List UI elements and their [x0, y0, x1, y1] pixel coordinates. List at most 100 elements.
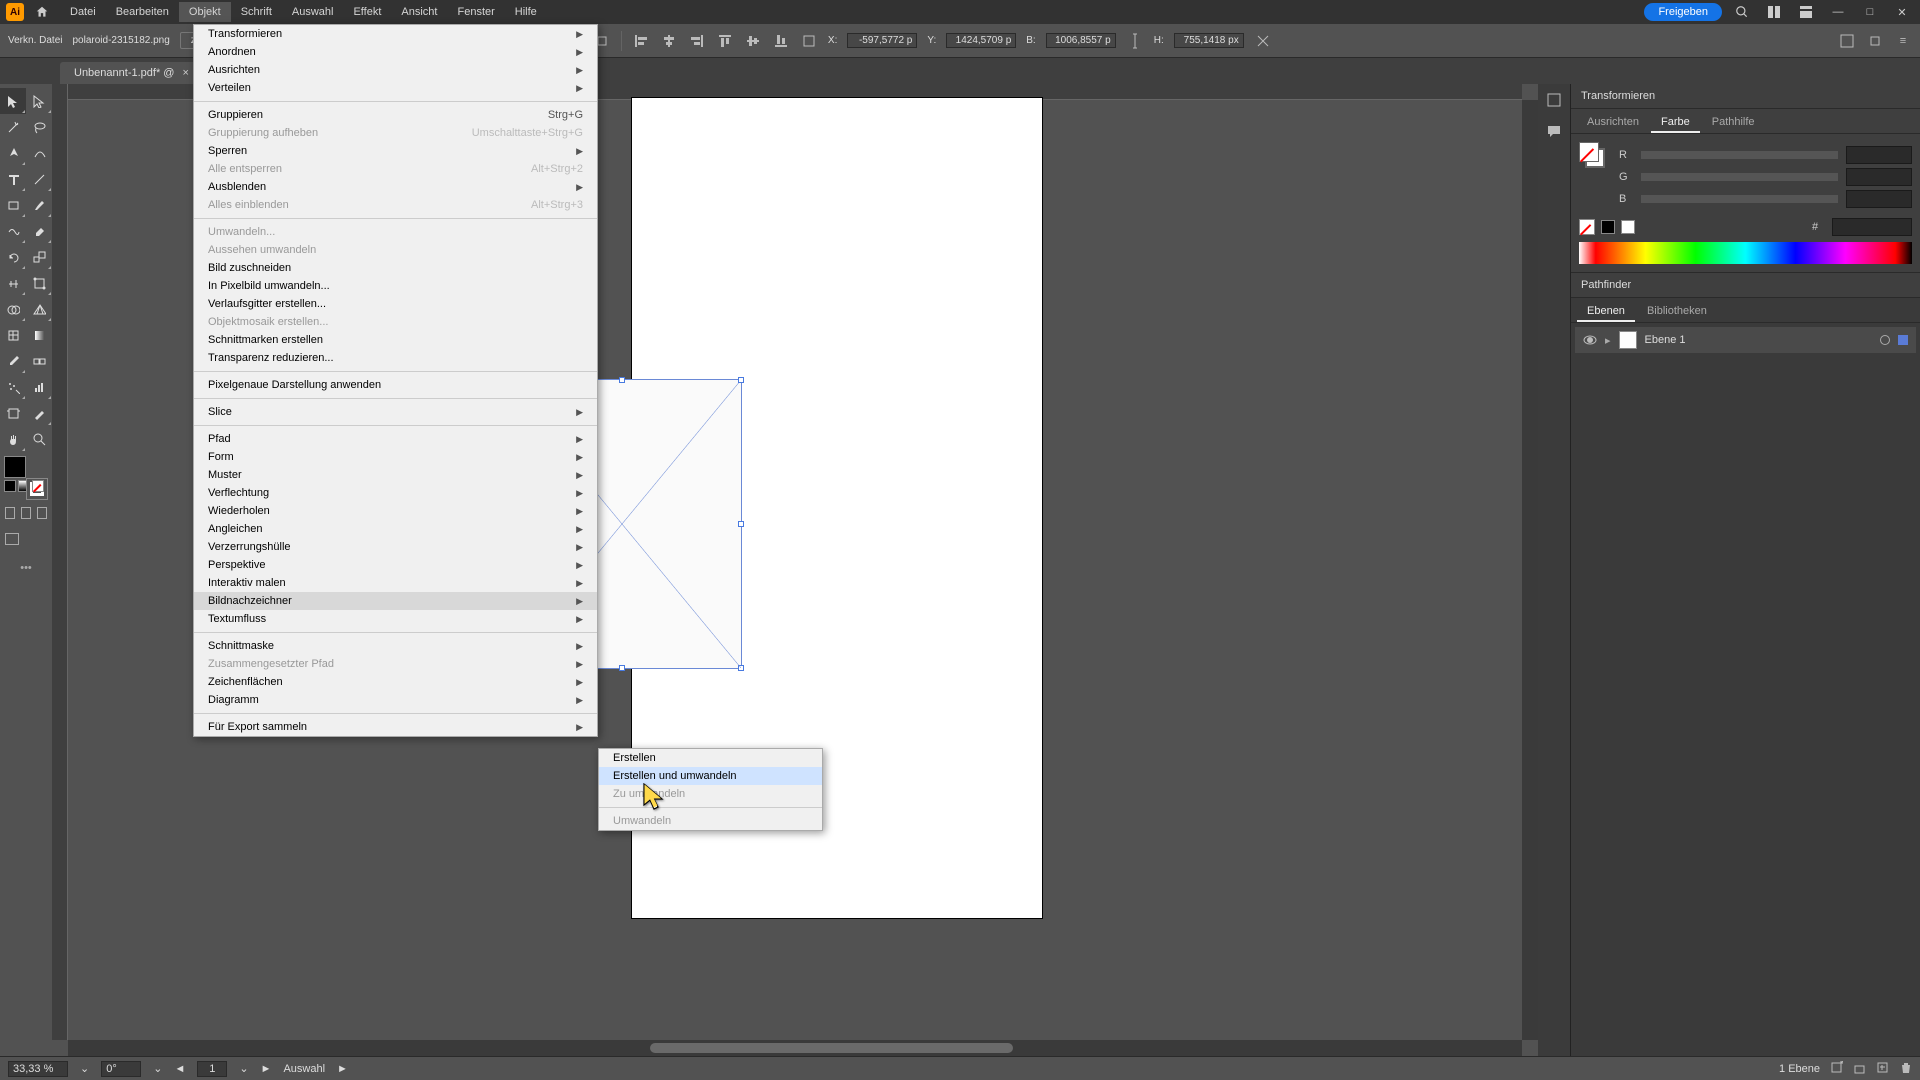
menu-item-zeichenfl-chen[interactable]: Zeichenflächen▶ — [194, 673, 597, 691]
pathfinder-panel-title[interactable]: Pathfinder — [1571, 273, 1920, 298]
screen-mode[interactable] — [5, 533, 19, 545]
perspective-grid-tool[interactable] — [26, 296, 52, 322]
edit-toolbar-icon[interactable]: ••• — [0, 556, 52, 582]
artboard-nav-next[interactable]: ► — [261, 1063, 272, 1075]
menu-fenster[interactable]: Fenster — [447, 2, 504, 22]
share-button[interactable]: Freigeben — [1644, 3, 1722, 21]
blend-tool[interactable] — [26, 348, 52, 374]
menu-item-perspektive[interactable]: Perspektive▶ — [194, 556, 597, 574]
align-hcenter-icon[interactable] — [660, 32, 678, 50]
menu-item-ausblenden[interactable]: Ausblenden▶ — [194, 178, 597, 196]
new-layer-icon[interactable] — [1876, 1061, 1889, 1077]
link-wh-icon[interactable] — [1126, 32, 1144, 50]
menu-item-verteilen[interactable]: Verteilen▶ — [194, 79, 597, 97]
handle-mr[interactable] — [738, 521, 744, 527]
handle-br[interactable] — [738, 665, 744, 671]
menu-bearbeiten[interactable]: Bearbeiten — [106, 2, 179, 22]
menu-item-f-r-export-sammeln[interactable]: Für Export sammeln▶ — [194, 718, 597, 736]
maximize-icon[interactable]: □ — [1858, 0, 1882, 24]
home-icon[interactable] — [34, 4, 50, 20]
symbol-sprayer-tool[interactable] — [0, 374, 26, 400]
slice-tool[interactable] — [26, 400, 52, 426]
rotation-dropdown-icon[interactable]: ⌄ — [153, 1062, 162, 1075]
align-left-icon[interactable] — [632, 32, 650, 50]
menu-item-slice[interactable]: Slice▶ — [194, 403, 597, 421]
libraries-tab[interactable]: Bibliotheken — [1637, 302, 1717, 322]
panel-toggle-icon[interactable] — [1838, 32, 1856, 50]
graph-tool[interactable] — [26, 374, 52, 400]
gradient-tool[interactable] — [26, 322, 52, 348]
layer-name[interactable]: Ebene 1 — [1645, 334, 1872, 346]
comments-icon[interactable] — [1544, 122, 1564, 142]
direct-selection-tool[interactable] — [26, 88, 52, 114]
status-nav-next[interactable]: ► — [337, 1063, 348, 1075]
align-bottom-icon[interactable] — [772, 32, 790, 50]
w-input[interactable]: 1006,8557 p — [1046, 33, 1116, 48]
menu-item-ausrichten[interactable]: Ausrichten▶ — [194, 61, 597, 79]
menu-item-verzerrungsh-lle[interactable]: Verzerrungshülle▶ — [194, 538, 597, 556]
menu-item-textumfluss[interactable]: Textumfluss▶ — [194, 610, 597, 628]
menu-item-transparenz-reduzieren-[interactable]: Transparenz reduzieren... — [194, 349, 597, 367]
color-tab[interactable]: Farbe — [1651, 113, 1700, 133]
type-tool[interactable] — [0, 166, 26, 192]
menu-item-bild-zuschneiden[interactable]: Bild zuschneiden — [194, 259, 597, 277]
menu-item-form[interactable]: Form▶ — [194, 448, 597, 466]
shape-builder-tool[interactable] — [0, 296, 26, 322]
menu-item-in-pixelbild-umwandeln-[interactable]: In Pixelbild umwandeln... — [194, 277, 597, 295]
width-tool[interactable] — [0, 270, 26, 296]
drawing-mode-normal[interactable] — [5, 507, 15, 519]
eyedropper-tool[interactable] — [0, 348, 26, 374]
menu-datei[interactable]: Datei — [60, 2, 106, 22]
submenu-item-erstellen[interactable]: Erstellen — [599, 749, 822, 767]
workspace-icon[interactable] — [1794, 0, 1818, 24]
menu-item-schnittmaske[interactable]: Schnittmaske▶ — [194, 637, 597, 655]
document-tab[interactable]: Unbenannt-1.pdf* @ × — [60, 62, 203, 84]
align-right-icon[interactable] — [688, 32, 706, 50]
menu-item-diagramm[interactable]: Diagramm▶ — [194, 691, 597, 709]
color-mode-none[interactable] — [32, 480, 44, 492]
fill-stroke-control[interactable] — [4, 456, 48, 500]
expand-icon[interactable]: ▸ — [1605, 334, 1611, 347]
transform-panel-title[interactable]: Transformieren — [1571, 84, 1920, 109]
eraser-tool[interactable] — [26, 218, 52, 244]
shear-icon[interactable] — [1254, 32, 1272, 50]
artboard-nav-prev[interactable]: ◄ — [174, 1063, 185, 1075]
properties-panel-icon[interactable] — [1544, 90, 1564, 110]
white-swatch[interactable] — [1621, 220, 1635, 234]
menu-item-angleichen[interactable]: Angleichen▶ — [194, 520, 597, 538]
h-input[interactable]: 755,1418 px — [1174, 33, 1244, 48]
scrollbar-thumb[interactable] — [650, 1043, 1014, 1053]
y-input[interactable]: 1424,5709 p — [946, 33, 1016, 48]
menu-item-sperren[interactable]: Sperren▶ — [194, 142, 597, 160]
x-input[interactable]: -597,5772 p — [847, 33, 917, 48]
hand-tool[interactable] — [0, 426, 26, 452]
transform-icon[interactable] — [800, 32, 818, 50]
shaper-tool[interactable] — [0, 218, 26, 244]
line-tool[interactable] — [26, 166, 52, 192]
new-sublayer-icon[interactable] — [1853, 1061, 1866, 1077]
menu-item-pfad[interactable]: Pfad▶ — [194, 430, 597, 448]
artboard-number[interactable]: 1 — [197, 1061, 227, 1077]
submenu-item-erstellen-und-umwandeln[interactable]: Erstellen und umwandeln — [599, 767, 822, 785]
artboard-dropdown-icon[interactable]: ⌄ — [239, 1062, 248, 1075]
g-input[interactable] — [1846, 168, 1912, 186]
fill-swatch[interactable] — [4, 456, 26, 478]
scale-tool[interactable] — [26, 244, 52, 270]
handle-tc[interactable] — [619, 377, 625, 383]
color-swatch-control[interactable] — [1579, 142, 1609, 172]
curvature-tool[interactable] — [26, 140, 52, 166]
vertical-ruler[interactable] — [52, 84, 68, 1040]
rotate-tool[interactable] — [0, 244, 26, 270]
zoom-tool[interactable] — [26, 426, 52, 452]
drawing-mode-behind[interactable] — [21, 507, 31, 519]
selection-tool[interactable] — [0, 88, 26, 114]
menu-item-gruppieren[interactable]: GruppierenStrg+G — [194, 106, 597, 124]
pen-tool[interactable] — [0, 140, 26, 166]
handle-tr[interactable] — [738, 377, 744, 383]
guide-tab[interactable]: Pathhilfe — [1702, 113, 1765, 133]
menu-schrift[interactable]: Schrift — [231, 2, 282, 22]
mesh-tool[interactable] — [0, 322, 26, 348]
menu-item-verflechtung[interactable]: Verflechtung▶ — [194, 484, 597, 502]
tab-close-icon[interactable]: × — [182, 67, 188, 79]
visibility-icon[interactable] — [1583, 333, 1597, 347]
